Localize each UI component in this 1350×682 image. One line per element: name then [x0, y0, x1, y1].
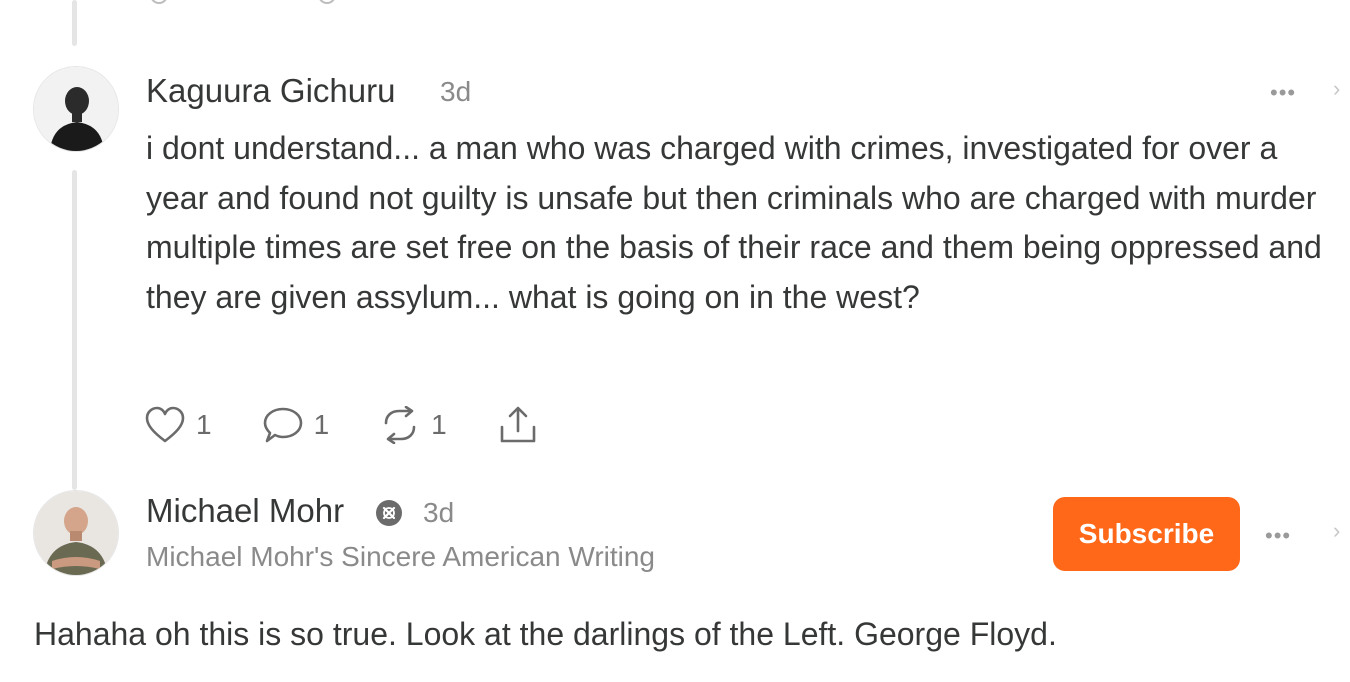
thread-line [72, 170, 77, 490]
share-icon [500, 406, 536, 443]
reply-body: Hahaha oh this is so true. Look at the d… [34, 616, 1057, 652]
restack-count: 1 [431, 409, 447, 440]
author-name[interactable]: Kaguura Gichuru [146, 72, 395, 110]
subscribe-button[interactable]: Subscribe [1053, 497, 1240, 571]
thread-line-top [72, 0, 77, 46]
reply-count: 1 [313, 409, 330, 440]
restack-button[interactable]: 1 [379, 406, 447, 444]
author-name[interactable]: Michael Mohr [146, 492, 344, 530]
avatar[interactable] [33, 66, 119, 152]
share-button[interactable] [497, 405, 539, 445]
comment-time: 3d [440, 76, 472, 107]
like-button[interactable]: 1 [144, 406, 212, 444]
comment-body: i dont understand... a man who was charg… [146, 130, 1322, 315]
heart-icon [145, 406, 185, 443]
comment-bubble-icon [263, 407, 302, 443]
publication-name[interactable]: Michael Mohr's Sincere American Writing [146, 541, 655, 573]
like-count: 1 [196, 409, 212, 440]
avatar[interactable] [33, 490, 119, 576]
reply-button[interactable]: 1 [262, 406, 330, 444]
previous-comment-actions [150, 0, 650, 6]
substack-badge-icon [376, 500, 402, 526]
avatar-photo [34, 67, 118, 151]
more-options-button[interactable]: ••• [1270, 80, 1296, 106]
comment-time: 3d [423, 497, 455, 528]
comment-actions: 1 1 1 [144, 405, 589, 445]
cut-off-icon [318, 0, 336, 4]
badge-glyph [382, 506, 396, 520]
avatar-photo [34, 491, 118, 575]
cut-off-icon [150, 0, 168, 4]
chevron-right-icon: › [1333, 76, 1341, 101]
more-options-button[interactable]: ••• [1265, 523, 1291, 549]
restack-icon [384, 406, 416, 444]
chevron-right-icon: › [1333, 518, 1341, 543]
